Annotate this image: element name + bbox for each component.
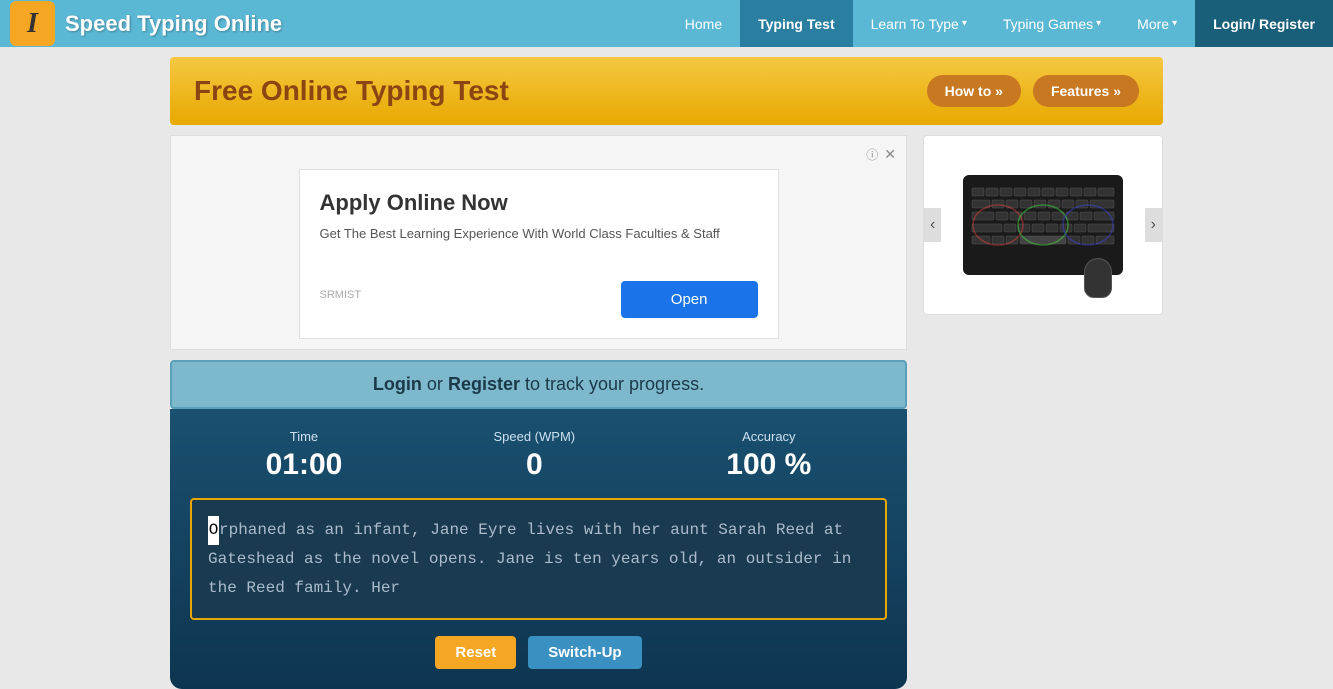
- or-word: or: [427, 374, 443, 394]
- action-buttons: Reset Switch-Up: [190, 636, 887, 669]
- features-button[interactable]: Features »: [1033, 75, 1139, 107]
- ad-open-button[interactable]: Open: [621, 281, 758, 318]
- login-link[interactable]: Login: [373, 374, 422, 394]
- site-title: Speed Typing Online: [65, 11, 282, 37]
- nav-typing-test[interactable]: Typing Test: [740, 0, 852, 47]
- nav-typing-games[interactable]: Typing Games ▾: [985, 0, 1119, 47]
- main-nav: Home Typing Test Learn To Type ▾ Typing …: [370, 0, 1333, 47]
- nav-learn-to-type[interactable]: Learn To Type ▾: [853, 0, 985, 47]
- logo-icon[interactable]: I: [10, 1, 55, 46]
- speed-stat: Speed (WPM) 0: [493, 429, 575, 482]
- header: I Speed Typing Online Home Typing Test L…: [0, 0, 1333, 47]
- left-content: ⓘ ✕ Apply Online Now Get The Best Learni…: [170, 135, 907, 689]
- typing-text: rphaned as an infant, Jane Eyre lives wi…: [208, 521, 851, 597]
- nav-more[interactable]: More ▾: [1119, 0, 1195, 47]
- keyboard-image: [968, 180, 1118, 270]
- chevron-down-icon: ▾: [1172, 18, 1177, 29]
- ad-area: ⓘ ✕ Apply Online Now Get The Best Learni…: [170, 135, 907, 350]
- time-value: 01:00: [266, 448, 343, 482]
- switchup-button[interactable]: Switch-Up: [528, 636, 641, 669]
- sidebar-prev-button[interactable]: ‹: [924, 208, 941, 242]
- sidebar-next-button[interactable]: ›: [1145, 208, 1162, 242]
- accuracy-value: 100 %: [726, 448, 811, 482]
- ad-text: Get The Best Learning Experience With Wo…: [320, 226, 758, 241]
- ad-close-button[interactable]: ✕: [884, 146, 896, 163]
- time-stat: Time 01:00: [266, 429, 343, 482]
- ad-inner: Apply Online Now Get The Best Learning E…: [299, 169, 779, 339]
- ad-heading: Apply Online Now: [320, 190, 758, 216]
- register-link[interactable]: Register: [448, 374, 520, 394]
- chevron-down-icon: ▾: [1096, 18, 1101, 29]
- speed-value: 0: [493, 448, 575, 482]
- ad-top-bar: ⓘ ✕: [181, 146, 896, 163]
- stats-row: Time 01:00 Speed (WPM) 0 Accuracy 100 %: [190, 429, 887, 482]
- banner-buttons: How to » Features »: [927, 75, 1139, 107]
- typing-area: Time 01:00 Speed (WPM) 0 Accuracy 100 % …: [170, 409, 907, 689]
- banner: Free Online Typing Test How to » Feature…: [170, 57, 1163, 125]
- accuracy-stat: Accuracy 100 %: [726, 429, 811, 482]
- how-to-button[interactable]: How to »: [927, 75, 1021, 107]
- nav-login-register[interactable]: Login/ Register: [1195, 0, 1333, 47]
- right-sidebar: ‹: [923, 135, 1163, 689]
- time-label: Time: [266, 429, 343, 444]
- main-content: ⓘ ✕ Apply Online Now Get The Best Learni…: [0, 135, 1333, 689]
- accuracy-label: Accuracy: [726, 429, 811, 444]
- typing-box[interactable]: Orphaned as an infant, Jane Eyre lives w…: [190, 498, 887, 620]
- speed-label: Speed (WPM): [493, 429, 575, 444]
- logo-area: I Speed Typing Online: [0, 1, 370, 46]
- sidebar-image-box: ‹: [923, 135, 1163, 315]
- chevron-down-icon: ▾: [962, 18, 967, 29]
- login-bar: Login or Register to track your progress…: [170, 360, 907, 409]
- banner-title: Free Online Typing Test: [194, 75, 509, 107]
- typing-cursor: O: [208, 516, 219, 545]
- ad-source: SRMIST: [320, 289, 362, 301]
- nav-home[interactable]: Home: [667, 0, 740, 47]
- ad-info-icon: ⓘ: [866, 146, 878, 163]
- reset-button[interactable]: Reset: [435, 636, 516, 669]
